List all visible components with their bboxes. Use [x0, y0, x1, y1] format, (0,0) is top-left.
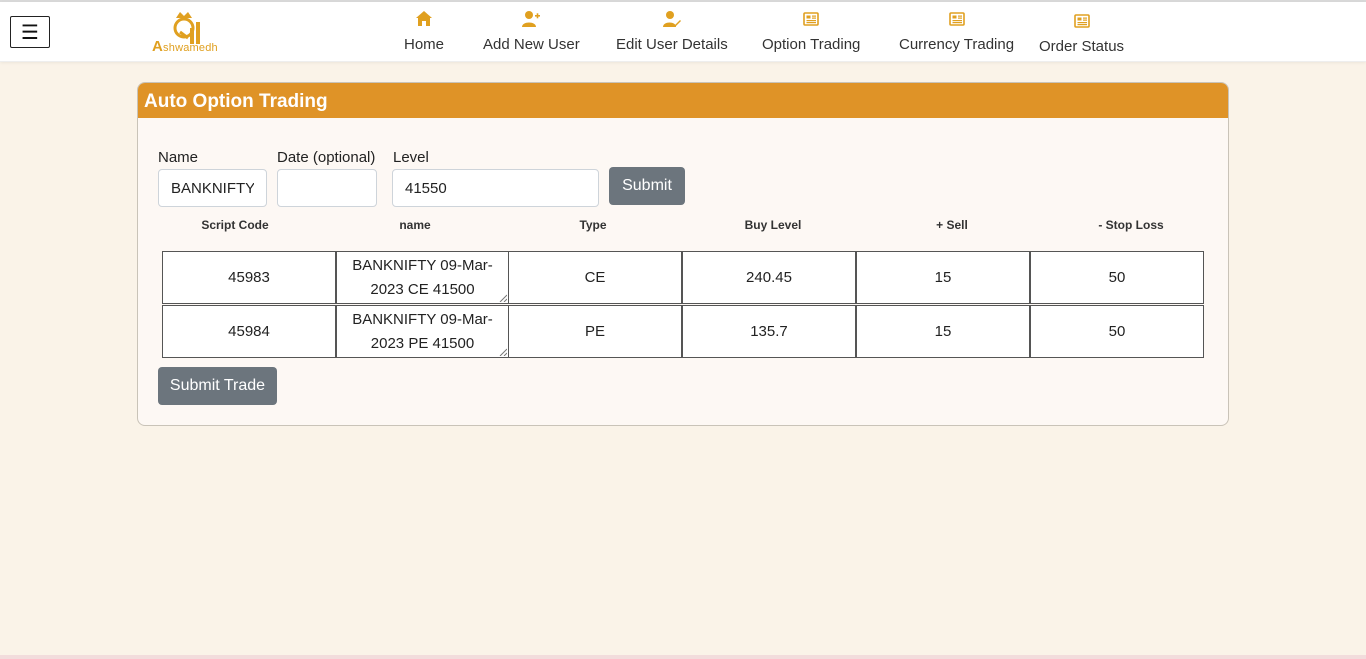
newspaper-icon	[803, 12, 820, 26]
row1-stop-loss[interactable]: 50	[1030, 251, 1204, 304]
nav-currency-trading-label: Currency Trading	[899, 36, 1015, 53]
column-header-type: Type	[579, 218, 607, 232]
name-label: Name	[158, 149, 199, 166]
newspaper-icon	[948, 12, 965, 26]
column-header-script-code: Script Code	[201, 218, 269, 232]
nav-edit-user-details-label: Edit User Details	[616, 36, 728, 53]
nav-order-status-label: Order Status	[1039, 38, 1125, 55]
column-header-stop-loss: - Stop Loss	[1098, 218, 1164, 232]
bottom-border	[0, 655, 1366, 659]
resize-grip-icon[interactable]	[499, 348, 507, 356]
level-input[interactable]	[392, 169, 599, 207]
row1-name-text: BANKNIFTY 09-Mar-2023 CE 41500	[352, 256, 493, 298]
column-header-buy-level: Buy Level	[744, 218, 802, 232]
nav-option-trading-label: Option Trading	[762, 36, 861, 53]
hamburger-icon: ☰	[21, 21, 39, 44]
submit-button[interactable]: Submit	[609, 167, 685, 205]
nav-order-status[interactable]: Order Status	[1039, 12, 1124, 60]
user-plus-icon	[522, 11, 541, 27]
submit-trade-button[interactable]: Submit Trade	[158, 367, 277, 405]
nav-edit-user-details[interactable]: Edit User Details	[616, 10, 728, 58]
row1-name-textarea[interactable]: BANKNIFTY 09-Mar-2023 CE 41500	[336, 251, 509, 304]
row2-type[interactable]: PE	[508, 305, 682, 358]
row2-name-textarea[interactable]: BANKNIFTY 09-Mar-2023 PE 41500	[336, 305, 509, 358]
date-label: Date (optional)	[277, 149, 376, 166]
row2-buy-level[interactable]: 135.7	[682, 305, 856, 358]
nav-home-label: Home	[404, 36, 445, 53]
row2-stop-loss[interactable]: 50	[1030, 305, 1204, 358]
column-header-name: name	[399, 218, 431, 232]
row1-buy-level[interactable]: 240.45	[682, 251, 856, 304]
level-label: Level	[393, 149, 429, 166]
row2-script-code[interactable]: 45984	[162, 305, 336, 358]
resize-grip-icon[interactable]	[499, 294, 507, 302]
card-title: Auto Option Trading	[138, 83, 1228, 118]
home-icon	[416, 11, 432, 26]
nav-option-trading[interactable]: Option Trading	[762, 10, 860, 58]
auto-option-trading-card: Auto Option Trading Name Date (optional)…	[137, 82, 1229, 426]
newspaper-icon	[1073, 14, 1090, 28]
row1-type[interactable]: CE	[508, 251, 682, 304]
date-input[interactable]	[277, 169, 377, 207]
navbar: ☰ Ashwamedh Home Add New User Edit User …	[0, 2, 1366, 62]
user-edit-icon	[662, 11, 681, 27]
row2-sell[interactable]: 15	[856, 305, 1030, 358]
nav-home[interactable]: Home	[404, 10, 444, 58]
column-header-sell: + Sell	[936, 218, 968, 232]
menu-toggle-button[interactable]: ☰	[10, 16, 50, 48]
nav-currency-trading[interactable]: Currency Trading	[899, 10, 1014, 58]
row1-script-code[interactable]: 45983	[162, 251, 336, 304]
nav-add-new-user[interactable]: Add New User	[483, 10, 580, 58]
name-input[interactable]	[158, 169, 267, 207]
nav-add-new-user-label: Add New User	[483, 36, 580, 53]
row2-name-text: BANKNIFTY 09-Mar-2023 PE 41500	[352, 310, 493, 352]
row1-sell[interactable]: 15	[856, 251, 1030, 304]
logo-text: Ashwamedh	[152, 38, 218, 55]
